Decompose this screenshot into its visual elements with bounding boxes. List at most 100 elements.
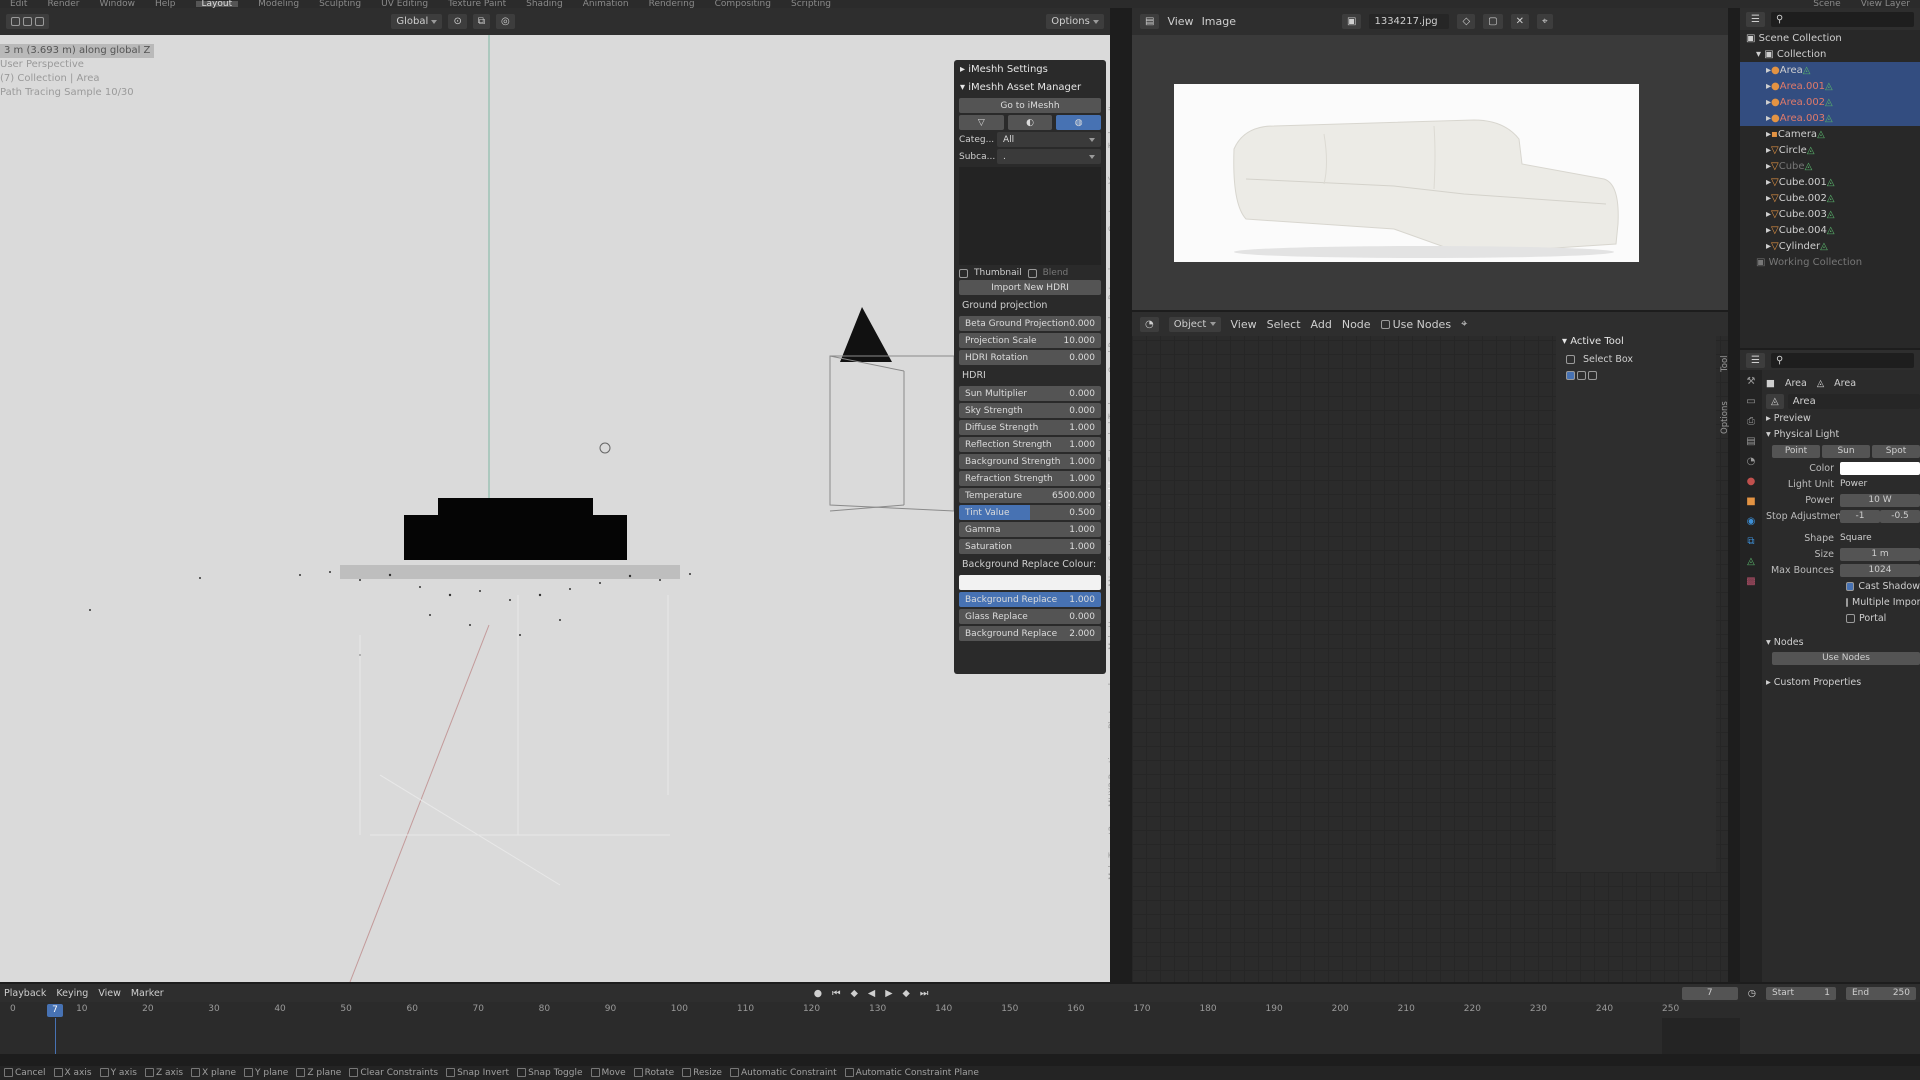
light-name-field[interactable]: Area bbox=[1787, 393, 1920, 409]
preview-range-icon[interactable]: ◷ bbox=[1748, 988, 1756, 999]
shader-node-editor[interactable]: ◔ Object View Select Add Node Use Nodes … bbox=[1132, 312, 1730, 982]
scene-collection-row[interactable]: ▣ Scene Collection bbox=[1740, 30, 1920, 46]
nodes-panel-header[interactable]: ▾ Nodes bbox=[1766, 634, 1920, 650]
node-add-menu[interactable]: Add bbox=[1311, 318, 1332, 331]
view-layer-tab-icon[interactable]: ▤ bbox=[1746, 436, 1755, 447]
physics-tab-icon[interactable]: ◉ bbox=[1747, 516, 1756, 527]
subcategory-dropdown[interactable]: . bbox=[997, 149, 1101, 164]
portal-checkbox[interactable]: Portal bbox=[1766, 610, 1920, 626]
keying-menu[interactable]: Keying bbox=[56, 988, 88, 999]
light-unit-dropdown[interactable]: Power bbox=[1840, 477, 1920, 491]
close-icon[interactable]: ✕ bbox=[1510, 14, 1530, 29]
hdri-toggle[interactable]: ◍ bbox=[1056, 115, 1102, 130]
size-field[interactable]: 1 m bbox=[1840, 547, 1920, 561]
slider-gamma[interactable]: Gamma 1.000 bbox=[959, 522, 1101, 537]
render-tab-icon[interactable]: ▭ bbox=[1746, 396, 1755, 407]
sidebar-tab-maketarget2[interactable]: MakeTarget2 bbox=[1108, 826, 1110, 880]
menu-edit[interactable]: Edit bbox=[10, 0, 27, 8]
proportional-edit-toggle[interactable]: ◎ bbox=[496, 14, 515, 29]
working-collection-row[interactable]: ▣ Working Collection bbox=[1740, 254, 1920, 270]
import-new-hdri-button[interactable]: Import New HDRI bbox=[959, 280, 1101, 295]
fake-user-icon[interactable]: ◇ bbox=[1457, 14, 1476, 29]
start-frame-field[interactable]: Start 1 bbox=[1766, 986, 1836, 1000]
category-dropdown[interactable]: All bbox=[997, 132, 1101, 147]
texture-tab-icon[interactable]: ▩ bbox=[1746, 576, 1755, 587]
outliner-search-input[interactable]: ⚲ bbox=[1770, 11, 1914, 27]
use-nodes-checkbox[interactable]: Use Nodes bbox=[1380, 318, 1451, 331]
playhead[interactable]: 7 bbox=[47, 1004, 63, 1017]
output-tab-icon[interactable]: ⎙ bbox=[1747, 416, 1755, 427]
timeline[interactable]: Playback Keying View Marker ● ⏮ ◆ ◀ ▶ ◆ … bbox=[0, 984, 1920, 1054]
slider-glass-replace[interactable]: Glass Replace 0.000 bbox=[959, 609, 1101, 624]
outliner-item-cube-003[interactable]: ▸ ▽ Cube.003 ◬ bbox=[1740, 206, 1920, 222]
select-new-icon[interactable] bbox=[1566, 371, 1575, 380]
active-tool-header[interactable]: ▾ Active Tool bbox=[1556, 332, 1716, 350]
menu-help[interactable]: Help bbox=[155, 0, 176, 8]
select-mode-icons[interactable] bbox=[6, 14, 50, 29]
image-view-menu[interactable]: View bbox=[1167, 15, 1193, 28]
outliner-item-cube-004[interactable]: ▸ ▽ Cube.004 ◬ bbox=[1740, 222, 1920, 238]
asset-preview-area[interactable] bbox=[959, 167, 1101, 265]
open-image-icon[interactable]: ▢ bbox=[1483, 14, 1503, 29]
max-bounces-field[interactable]: 1024 bbox=[1840, 563, 1920, 577]
auto-keying-icon[interactable]: ● bbox=[814, 988, 822, 999]
cast-shadow-checkbox[interactable]: Cast Shadow bbox=[1766, 578, 1920, 594]
world-tab-icon[interactable]: ● bbox=[1747, 476, 1756, 487]
outliner-item-cube-002[interactable]: ▸ ▽ Cube.002 ◬ bbox=[1740, 190, 1920, 206]
next-keyframe-icon[interactable]: ◆ bbox=[903, 988, 910, 999]
menu-render[interactable]: Render bbox=[47, 0, 79, 8]
image-editor[interactable]: ▤ View Image ▣ 1334217.jpg ◇ ▢ ✕ ⌖ bbox=[1132, 8, 1728, 310]
pin-icon[interactable]: ⌖ bbox=[1537, 14, 1553, 29]
slider-temperature[interactable]: Temperature 6500.000 bbox=[959, 488, 1101, 503]
slider-sun-multiplier[interactable]: Sun Multiplier 0.000 bbox=[959, 386, 1101, 401]
properties-search-input[interactable]: ⚲ bbox=[1770, 352, 1914, 368]
node-node-menu[interactable]: Node bbox=[1342, 318, 1371, 331]
sidebar-tab-imeshh[interactable]: iMeshh bbox=[1108, 479, 1110, 509]
display-mode-dropdown[interactable]: ☰ bbox=[1746, 11, 1765, 27]
workspace-tab-scripting[interactable]: Scripting bbox=[791, 0, 831, 8]
workspace-tab-uv-editing[interactable]: UV Editing bbox=[381, 0, 428, 8]
slider-saturation[interactable]: Saturation 1.000 bbox=[959, 539, 1101, 554]
outliner-item-area[interactable]: ▸ ● Area ◬ bbox=[1740, 62, 1920, 78]
browse-light-icon[interactable]: ◬ bbox=[1766, 393, 1784, 409]
prev-keyframe-icon[interactable]: ◆ bbox=[851, 988, 858, 999]
object-tab-icon[interactable]: ■ bbox=[1746, 496, 1755, 507]
tool-tab-icon[interactable]: ⚒ bbox=[1747, 376, 1756, 387]
sidebar-tab-extended-tools[interactable]: Extended Tools bbox=[1108, 398, 1110, 462]
tab-options[interactable]: Options bbox=[1720, 401, 1730, 434]
select-box-tool[interactable]: Select Box bbox=[1556, 350, 1716, 369]
background-replace-colour-swatch[interactable] bbox=[959, 575, 1101, 590]
use-nodes-button[interactable]: Use Nodes bbox=[1772, 651, 1920, 665]
outliner-item-cube[interactable]: ▸ ▽ Cube ◬ bbox=[1740, 158, 1920, 174]
editor-type-dropdown[interactable]: ◔ bbox=[1140, 316, 1159, 332]
workspace-tab-sculpting[interactable]: Sculpting bbox=[319, 0, 361, 8]
sidebar-tab-item[interactable]: Item bbox=[1108, 91, 1110, 110]
play-reverse-icon[interactable]: ◀ bbox=[868, 988, 875, 999]
color-swatch[interactable] bbox=[1840, 461, 1920, 475]
3d-viewport[interactable]: Global ⊙ ⧉ ◎ Options 3 m (3.693 m) along… bbox=[0, 8, 1110, 982]
sidebar-tab-quad-remesh[interactable]: Quad Remesh bbox=[1108, 313, 1110, 372]
slider-hdri-rotation[interactable]: HDRI Rotation 0.000 bbox=[959, 350, 1101, 365]
menu-window[interactable]: Window bbox=[99, 0, 135, 8]
stop-minus-half[interactable]: -0.5 bbox=[1880, 509, 1920, 523]
image-browse-icon[interactable]: ▣ bbox=[1342, 14, 1362, 29]
workspace-tab-rendering[interactable]: Rendering bbox=[649, 0, 695, 8]
slider-diffuse-strength[interactable]: Diffuse Strength 1.000 bbox=[959, 420, 1101, 435]
snap-toggle[interactable]: ⧉ bbox=[472, 14, 490, 29]
scene-tab-icon[interactable]: ◔ bbox=[1747, 456, 1756, 467]
shape-dropdown[interactable]: Square bbox=[1840, 531, 1920, 545]
options-dropdown[interactable]: Options bbox=[1046, 14, 1104, 29]
collection-row[interactable]: ▾ ▣ Collection bbox=[1740, 46, 1920, 62]
light-type-point[interactable]: Point bbox=[1772, 444, 1820, 458]
editor-type-dropdown[interactable]: ☰ bbox=[1746, 352, 1765, 368]
node-select-menu[interactable]: Select bbox=[1267, 318, 1301, 331]
slider-background-replace[interactable]: Background Replace 1.000 bbox=[959, 592, 1101, 607]
shader-type-dropdown[interactable]: Object bbox=[1168, 316, 1221, 332]
transform-orientation-dropdown[interactable]: Global bbox=[391, 14, 443, 29]
outliner-item-area-003[interactable]: ▸ ● Area.003 ◬ bbox=[1740, 110, 1920, 126]
scene-selector[interactable]: Scene bbox=[1813, 0, 1840, 8]
thumbnail-checkbox[interactable] bbox=[959, 268, 968, 278]
frame-ruler[interactable]: 0 10 20 30 40 50 60 70 80 90 100 110 120 130 140 150 160… bbox=[0, 1004, 1740, 1018]
sidebar-tab-an[interactable]: AN bbox=[1108, 575, 1110, 587]
light-type-sun[interactable]: Sun bbox=[1822, 444, 1870, 458]
